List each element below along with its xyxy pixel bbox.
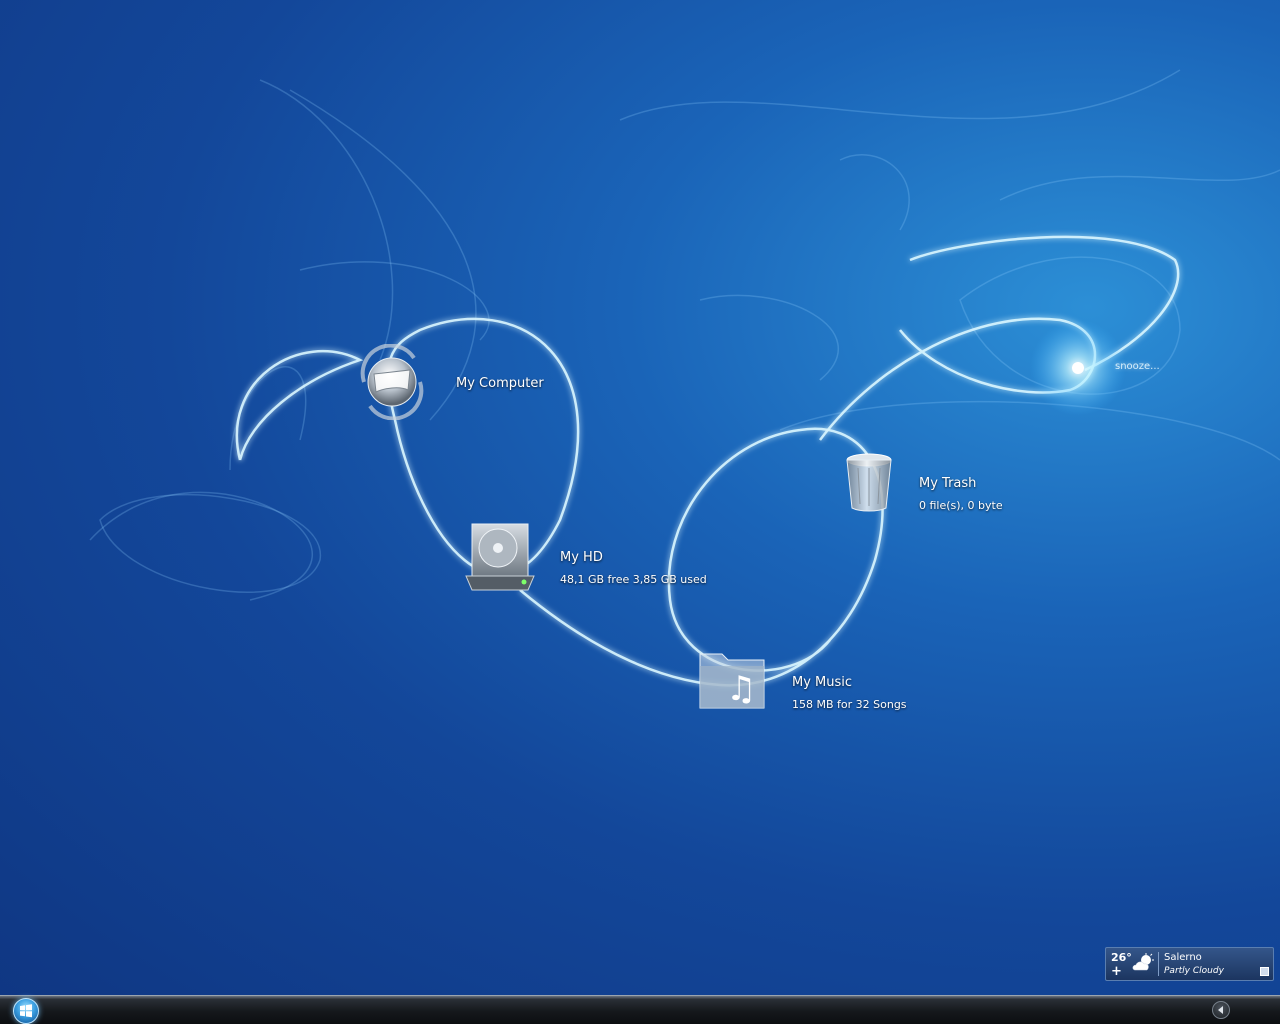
desktop-icon-info: 48,1 GB free 3,85 GB used: [560, 573, 707, 586]
desktop-icon-label: My Computer: [456, 376, 544, 391]
partly-cloudy-icon: [1132, 953, 1154, 971]
show-hidden-icons-button[interactable]: [1212, 1001, 1230, 1019]
computer-icon: [360, 344, 424, 420]
trash-bin-icon: [846, 453, 892, 512]
snooze-label[interactable]: snooze...: [1115, 361, 1160, 372]
weather-expand-button[interactable]: [1260, 967, 1269, 976]
hard-drive-icon: [465, 523, 535, 591]
start-button[interactable]: [13, 998, 39, 1024]
desktop-icon-info: 158 MB for 32 Songs: [792, 698, 907, 711]
svg-text:♫: ♫: [726, 669, 756, 709]
weather-temperature: 26°: [1111, 951, 1132, 964]
desktop-icon-label: My Music: [792, 675, 853, 690]
chevron-left-icon: [1218, 1006, 1223, 1014]
weather-gadget[interactable]: 26° + Salerno Partly Cloudy: [1105, 947, 1274, 981]
taskbar: [0, 995, 1280, 1024]
weather-divider: [1158, 952, 1159, 976]
weather-city: Salerno: [1164, 952, 1202, 963]
desktop-icon-label: My Trash: [919, 476, 977, 491]
windows-logo-icon: [20, 1004, 32, 1018]
weather-add-button[interactable]: +: [1111, 965, 1122, 978]
music-folder-icon: ♫: [699, 653, 765, 709]
wallpaper-swirls: [89, 69, 1280, 687]
desktop-icon-label: My HD: [560, 550, 603, 565]
desktop-icon-info: 0 file(s), 0 byte: [919, 499, 1003, 512]
weather-condition: Partly Cloudy: [1164, 966, 1224, 976]
